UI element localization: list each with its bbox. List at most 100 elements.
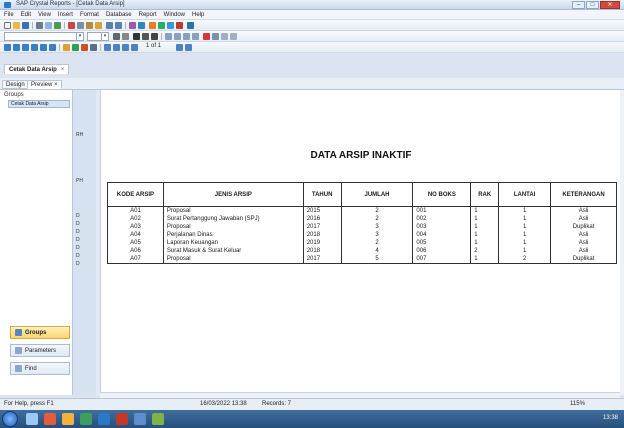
close-button[interactable]: ✕ [600,1,620,9]
maximize-button[interactable]: □ [586,1,599,9]
close-icon[interactable]: × [61,67,65,73]
app-taskbar-icon[interactable] [116,413,128,425]
menu-format[interactable]: Format [80,12,99,18]
format-painter-icon[interactable] [95,22,102,29]
next-page-icon[interactable] [176,44,183,51]
toolbar-separator [59,44,60,51]
groups-icon [15,329,22,336]
cell-kode-arsip: A06 [107,247,164,255]
insert-text-object-icon[interactable] [4,44,11,51]
explorer-taskbar-icon[interactable] [26,413,38,425]
app-taskbar-icon[interactable] [134,413,146,425]
previous-page-icon[interactable] [131,44,138,51]
vertical-scrollbar[interactable] [620,90,624,395]
italic-icon[interactable] [142,33,149,40]
border-icon[interactable] [212,33,219,40]
shrink-font-icon[interactable] [122,33,129,40]
menu-report[interactable]: Report [139,12,157,18]
align-center-icon[interactable] [174,33,181,40]
menu-view[interactable]: View [38,12,51,18]
redo-icon[interactable] [115,22,122,29]
formula-icon[interactable] [158,22,165,29]
zoom-icon[interactable] [104,44,111,51]
crystal-reports-taskbar-icon[interactable] [98,413,110,425]
menu-insert[interactable]: Insert [58,12,73,18]
grow-font-icon[interactable] [113,33,120,40]
insert-picture-icon[interactable] [31,44,38,51]
cell-jumlah: 3 [340,223,414,231]
search-icon[interactable] [113,44,120,51]
group-tree-item[interactable]: Cetak Data Arsip [8,100,70,108]
cell-keterangan: Asli [550,215,617,223]
font-size-select[interactable]: ▾ [87,32,109,41]
export-icon[interactable] [54,22,61,29]
find-button[interactable]: Find [10,362,70,375]
database-expert-icon[interactable] [167,22,174,29]
toggle-tree-icon[interactable] [72,44,79,51]
cell-tahun: 2018 [302,247,342,255]
insert-summary-icon[interactable] [22,44,29,51]
column-header: LANTAI [498,182,552,207]
currency-icon[interactable] [221,33,228,40]
browser-taskbar-icon[interactable] [44,413,56,425]
section-expert-icon[interactable] [187,22,194,29]
menu-file[interactable]: File [4,12,14,18]
preview-icon[interactable] [45,22,52,29]
tab-design[interactable]: Design [2,80,29,89]
cell-rak: 2 [470,247,500,255]
sort-icon[interactable] [149,22,156,29]
page-indicator[interactable]: 1 of 1 [146,43,161,49]
zoom-level[interactable]: 115% [570,401,585,407]
align-right-icon[interactable] [183,33,190,40]
underline-icon[interactable] [151,33,158,40]
field-explorer-icon[interactable] [81,44,88,51]
report-explorer-icon[interactable] [90,44,97,51]
first-page-icon[interactable] [122,44,129,51]
paste-icon[interactable] [86,22,93,29]
justify-icon[interactable] [192,33,199,40]
save-icon[interactable] [22,22,29,29]
bold-icon[interactable] [133,33,140,40]
copy-icon[interactable] [77,22,84,29]
undo-icon[interactable] [106,22,113,29]
app-taskbar-icon[interactable] [152,413,164,425]
select-expert-icon[interactable] [176,22,183,29]
app-taskbar-icon[interactable] [80,413,92,425]
menu-window[interactable]: Window [164,12,185,18]
folder-taskbar-icon[interactable] [62,413,74,425]
document-tab[interactable]: Cetak Data Arsip × [4,64,70,74]
menu-edit[interactable]: Edit [21,12,31,18]
minimize-button[interactable]: – [572,1,585,9]
align-left-icon[interactable] [165,33,172,40]
table-row: A05 Laporan Keuangan 2019 2 005 1 1 Asli [107,239,617,247]
groups-button[interactable]: Groups [10,326,70,339]
refresh-icon[interactable] [63,44,70,51]
section-label-detail: D [76,245,80,251]
parameters-button[interactable]: Parameters [10,344,70,357]
open-icon[interactable] [13,22,20,29]
cut-icon[interactable] [68,22,75,29]
font-name-select[interactable]: ▾ [4,32,84,41]
tab-preview[interactable]: Preview × [27,80,62,89]
cell-rak: 1 [470,239,500,247]
percent-icon[interactable] [230,33,237,40]
insert-field-icon[interactable] [129,22,136,29]
menu-database[interactable]: Database [106,12,132,18]
insert-chart-icon[interactable] [138,22,145,29]
font-color-icon[interactable] [203,33,210,40]
menu-help[interactable]: Help [192,12,204,18]
section-label-detail: D [76,213,80,219]
insert-group-icon[interactable] [13,44,20,51]
report-title: DATA ARSIP INAKTIF [310,150,412,161]
report-page: DATA ARSIP INAKTIF KODE ARSIP JENIS ARSI… [100,90,620,392]
insert-box-icon[interactable] [40,44,47,51]
new-icon[interactable] [4,22,11,29]
column-header: JUMLAH [340,182,414,207]
taskbar-clock[interactable]: 13:38 [603,415,618,421]
insert-line-icon[interactable] [49,44,56,51]
start-button[interactable] [2,411,18,427]
cell-lantai: 1 [498,215,552,223]
print-icon[interactable] [36,22,43,29]
last-page-icon[interactable] [185,44,192,51]
section-label-detail: D [76,261,80,267]
